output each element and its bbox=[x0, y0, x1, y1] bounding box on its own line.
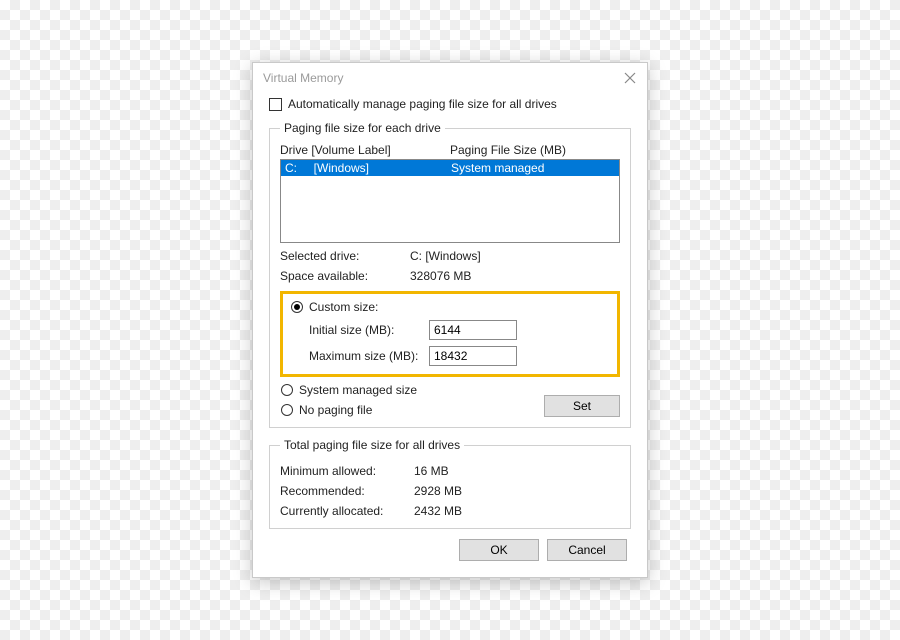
drive-cell-size: System managed bbox=[451, 161, 544, 175]
initial-size-input[interactable] bbox=[429, 320, 517, 340]
cur-row: Currently allocated: 2432 MB bbox=[280, 504, 620, 518]
initial-size-label: Initial size (MB): bbox=[309, 323, 429, 337]
auto-manage-checkbox[interactable] bbox=[269, 98, 282, 111]
no-paging-radio[interactable] bbox=[281, 404, 293, 416]
maximum-size-label: Maximum size (MB): bbox=[309, 349, 429, 363]
min-label: Minimum allowed: bbox=[280, 464, 414, 478]
custom-size-label: Custom size: bbox=[309, 300, 378, 314]
custom-size-radio[interactable] bbox=[291, 301, 303, 313]
ok-button[interactable]: OK bbox=[459, 539, 539, 561]
titlebar: Virtual Memory bbox=[253, 63, 647, 91]
custom-size-option[interactable]: Custom size: bbox=[291, 300, 609, 314]
min-value: 16 MB bbox=[414, 464, 449, 478]
virtual-memory-dialog: Virtual Memory Automatically manage pagi… bbox=[252, 62, 648, 578]
window-title: Virtual Memory bbox=[263, 71, 343, 85]
space-available-row: Space available: 328076 MB bbox=[280, 269, 620, 283]
header-drive: Drive [Volume Label] bbox=[280, 143, 450, 157]
header-size: Paging File Size (MB) bbox=[450, 143, 566, 157]
space-label: Space available: bbox=[280, 269, 410, 283]
drive-row-selected[interactable]: C: [Windows] System managed bbox=[281, 160, 619, 176]
selected-drive-label: Selected drive: bbox=[280, 249, 410, 263]
custom-size-highlight: Custom size: Initial size (MB): Maximum … bbox=[280, 291, 620, 377]
drive-list-header: Drive [Volume Label] Paging File Size (M… bbox=[280, 143, 620, 157]
system-managed-label: System managed size bbox=[299, 383, 417, 397]
totals-groupbox: Total paging file size for all drives Mi… bbox=[269, 438, 631, 529]
drive-list[interactable]: C: [Windows] System managed bbox=[280, 159, 620, 243]
dialog-content: Automatically manage paging file size fo… bbox=[253, 91, 647, 577]
drive-cell-name: C: [Windows] bbox=[285, 161, 451, 175]
paging-groupbox: Paging file size for each drive Drive [V… bbox=[269, 121, 631, 428]
auto-manage-label: Automatically manage paging file size fo… bbox=[288, 97, 557, 111]
cur-value: 2432 MB bbox=[414, 504, 462, 518]
min-row: Minimum allowed: 16 MB bbox=[280, 464, 620, 478]
rec-value: 2928 MB bbox=[414, 484, 462, 498]
totals-legend: Total paging file size for all drives bbox=[280, 438, 464, 452]
no-paging-label: No paging file bbox=[299, 403, 372, 417]
auto-manage-row[interactable]: Automatically manage paging file size fo… bbox=[269, 97, 631, 111]
cancel-button[interactable]: Cancel bbox=[547, 539, 627, 561]
space-value: 328076 MB bbox=[410, 269, 471, 283]
selected-drive-value: C: [Windows] bbox=[410, 249, 481, 263]
maximum-size-input[interactable] bbox=[429, 346, 517, 366]
rec-label: Recommended: bbox=[280, 484, 414, 498]
close-icon[interactable] bbox=[623, 71, 637, 85]
rec-row: Recommended: 2928 MB bbox=[280, 484, 620, 498]
selected-drive-row: Selected drive: C: [Windows] bbox=[280, 249, 620, 263]
paging-legend: Paging file size for each drive bbox=[280, 121, 445, 135]
cur-label: Currently allocated: bbox=[280, 504, 414, 518]
system-managed-radio[interactable] bbox=[281, 384, 293, 396]
set-button[interactable]: Set bbox=[544, 395, 620, 417]
maximum-size-row: Maximum size (MB): bbox=[291, 346, 609, 366]
dialog-footer: OK Cancel bbox=[269, 529, 631, 563]
initial-size-row: Initial size (MB): bbox=[291, 320, 609, 340]
